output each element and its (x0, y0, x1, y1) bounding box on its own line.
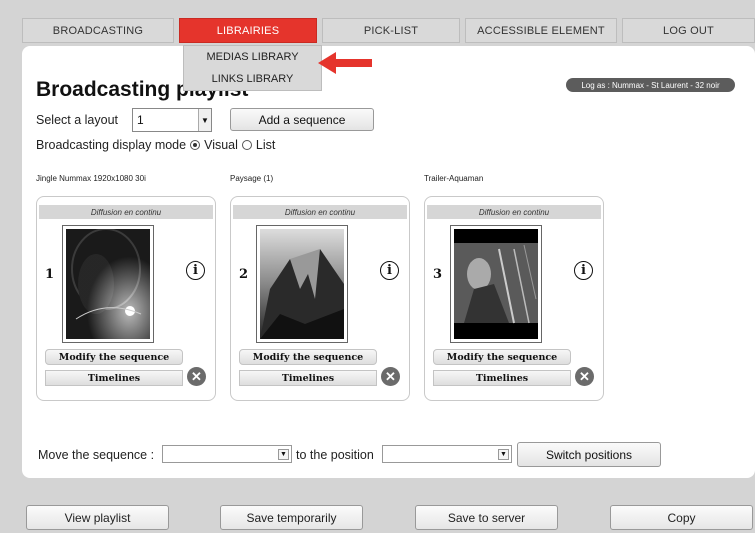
login-badge: Log as : Nummax - St Laurent - 32 noir (566, 78, 735, 92)
sequence-card: Diffusion en continu 2 i Modify the sequ… (230, 196, 410, 401)
remove-icon[interactable]: ✕ (381, 367, 400, 386)
chevron-down-icon[interactable]: ▼ (278, 449, 289, 460)
sequence-card: Diffusion en continu 3 i Modify the sequ… (424, 196, 604, 401)
timelines-button[interactable]: Timelines (433, 370, 571, 386)
view-playlist-button[interactable]: View playlist (26, 505, 169, 530)
sequence-mode-header: Diffusion en continu (39, 205, 213, 219)
sequence-thumbnail (62, 225, 154, 343)
sequence-mode-header: Diffusion en continu (233, 205, 407, 219)
red-arrow-annotation (318, 52, 372, 74)
tab-log-out[interactable]: LOG OUT (622, 18, 755, 43)
radio-visual-label: Visual (204, 138, 238, 152)
radio-list[interactable] (241, 140, 252, 150)
layout-label: Select a layout (36, 113, 118, 127)
remove-icon[interactable]: ✕ (187, 367, 206, 386)
timelines-button[interactable]: Timelines (45, 370, 183, 386)
tab-pick-list[interactable]: PICK-LIST (322, 18, 460, 43)
layout-select[interactable]: 1 ▼ (132, 108, 212, 132)
tab-accessible-element[interactable]: ACCESSIBLE ELEMENT (465, 18, 617, 43)
chevron-down-icon[interactable]: ▼ (198, 109, 211, 131)
sequence-number: 2 (239, 267, 249, 282)
menu-item-medias-library[interactable]: MEDIAS LIBRARY (184, 46, 321, 68)
sequence-thumbnail (256, 225, 348, 343)
move-sequence-label: Move the sequence : (38, 448, 155, 462)
sequence-thumbnail (450, 225, 542, 343)
tab-broadcasting[interactable]: BROADCASTING (22, 18, 174, 43)
modify-sequence-button[interactable]: Modify the sequence (239, 349, 377, 365)
sequence-mode-header: Diffusion en continu (427, 205, 601, 219)
radio-visual[interactable] (190, 140, 201, 150)
switch-positions-button[interactable]: Switch positions (517, 442, 661, 467)
main-nav: BROADCASTING LIBRAIRIES PICK-LIST ACCESS… (22, 18, 755, 43)
menu-item-links-library[interactable]: LINKS LIBRARY (184, 68, 321, 90)
remove-icon[interactable]: ✕ (575, 367, 594, 386)
info-icon[interactable]: i (186, 261, 205, 280)
save-to-server-button[interactable]: Save to server (415, 505, 558, 530)
copy-button[interactable]: Copy (610, 505, 753, 530)
sequence-name: Trailer-Aquaman (424, 174, 484, 183)
move-sequence-select[interactable]: ▼ (162, 445, 292, 463)
info-icon[interactable]: i (574, 261, 593, 280)
to-position-label: to the position (296, 448, 374, 462)
librairies-dropdown: MEDIAS LIBRARY LINKS LIBRARY (183, 45, 322, 91)
add-sequence-button[interactable]: Add a sequence (230, 108, 374, 131)
sequence-name: Jingle Nummax 1920x1080 30i (36, 174, 146, 183)
info-icon[interactable]: i (380, 261, 399, 280)
save-temporarily-button[interactable]: Save temporarily (220, 505, 363, 530)
display-mode-row: Broadcasting display mode Visual List (36, 138, 275, 152)
sequence-card: Diffusion en continu 1 i Modify the sequ… (36, 196, 216, 401)
target-position-select[interactable]: ▼ (382, 445, 512, 463)
layout-select-value: 1 (137, 113, 144, 127)
modify-sequence-button[interactable]: Modify the sequence (433, 349, 571, 365)
modify-sequence-button[interactable]: Modify the sequence (45, 349, 183, 365)
sequence-name: Paysage (1) (230, 174, 274, 183)
timelines-button[interactable]: Timelines (239, 370, 377, 386)
display-mode-label: Broadcasting display mode (36, 138, 187, 152)
sequence-number: 1 (45, 267, 55, 282)
chevron-down-icon[interactable]: ▼ (498, 449, 509, 460)
tab-librairies[interactable]: LIBRAIRIES (179, 18, 317, 43)
sequence-number: 3 (433, 267, 443, 282)
radio-list-label: List (255, 138, 276, 152)
